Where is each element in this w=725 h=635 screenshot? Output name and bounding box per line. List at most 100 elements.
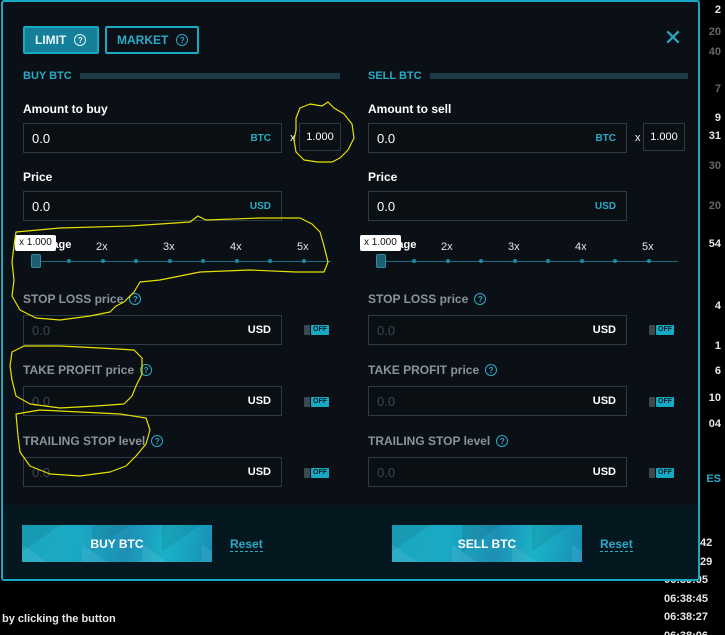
sell-price-label: Price [368,170,398,184]
leverage-step [412,259,416,263]
help-icon[interactable]: ? [496,435,509,447]
tab-limit[interactable]: LIMIT ? [23,26,99,54]
leverage-tick: 4x [575,241,587,253]
buy-btc-button[interactable]: BUY BTC [22,525,212,562]
bg-value: ES [706,473,721,485]
sell-take-profit-field[interactable]: 0.0 USD [368,386,627,416]
help-icon[interactable]: ? [151,435,164,447]
leverage-step [67,259,71,263]
section-divider [79,73,340,79]
time-item: 06:38:27 [664,611,709,623]
buy-amount-field[interactable]: 0.0 BTC [23,123,282,153]
bg-value: 2 [714,4,721,16]
bg-value: 1 [714,340,721,352]
buy-price-unit: USD [249,200,271,212]
modal-footer: BUY BTC Reset SELL BTC Reset [3,505,698,579]
multiply-sign: x [290,132,296,144]
bg-value: 4 [714,300,721,312]
leverage-step [302,259,306,263]
buy-take-profit-toggle[interactable]: OFF [304,396,330,408]
help-icon[interactable]: ? [129,293,142,305]
placeholder-value: 0.0 [377,322,396,338]
sell-btc-button[interactable]: SELL BTC [392,525,582,562]
sell-take-profit-toggle[interactable]: OFF [649,396,675,408]
bg-value: 9 [714,112,721,124]
buy-price-field[interactable]: 0.0 USD [23,191,282,221]
buy-leverage-track[interactable] [31,261,331,262]
take-profit-text: TAKE PROFIT price [368,363,480,377]
leverage-step [168,259,172,263]
sell-section-title: SELL BTC [368,70,688,82]
order-modal: LIMIT ? MARKET ? ✕ BUY BTC Amount to buy… [1,0,700,581]
buy-button-label: BUY BTC [90,536,144,551]
toggle-off-label: OFF [311,468,329,478]
toggle-off-label: OFF [311,397,329,407]
sell-leverage-handle[interactable] [376,254,386,268]
buy-price-value: 0.0 [32,198,51,214]
bg-value: 20 [708,200,721,212]
usd-unit: USD [247,466,271,478]
trailing-stop-text: TRAILING STOP level [23,434,146,448]
sell-multiplier-field[interactable]: 1.000 [643,123,685,151]
stop-loss-text: STOP LOSS price [368,292,469,306]
sell-reset-link[interactable]: Reset [600,538,633,552]
buy-leverage-handle[interactable] [31,254,41,268]
buy-multiplier-field[interactable]: 1.000 [299,123,341,151]
buy-trailing-stop-label: TRAILING STOP level ? [23,434,164,448]
buy-reset-link[interactable]: Reset [230,538,263,552]
stop-loss-text: STOP LOSS price [23,292,124,306]
help-icon[interactable]: ? [140,364,153,376]
bg-value: 6 [714,365,721,377]
sell-amount-field[interactable]: 0.0 BTC [368,123,627,153]
trailing-stop-text: TRAILING STOP level [368,434,491,448]
buy-take-profit-field[interactable]: 0.0 USD [23,386,282,416]
leverage-step [546,259,550,263]
leverage-step [268,259,272,263]
toggle-knob [304,325,310,335]
time-item: 06:38:06 [664,627,725,635]
leverage-tick: 5x [297,241,309,253]
help-icon[interactable]: ? [474,293,487,305]
help-icon[interactable]: ? [74,34,87,46]
amount-to-buy-label: Amount to buy [23,102,108,116]
tab-market[interactable]: MARKET ? [105,26,199,54]
buy-stop-loss-toggle[interactable]: OFF [304,324,330,336]
leverage-tick: 2x [96,241,108,253]
leverage-tick: 3x [508,241,520,253]
bg-value: 31 [708,130,721,142]
buy-stop-loss-field[interactable]: 0.0 USD [23,315,282,345]
buy-amount-value: 0.0 [32,130,51,146]
section-divider [429,73,688,79]
sell-stop-loss-field[interactable]: 0.0 USD [368,315,627,345]
buy-trailing-stop-toggle[interactable]: OFF [304,467,330,479]
buy-trailing-stop-field[interactable]: 0.0 USD [23,457,282,487]
bg-value: 7 [714,83,721,95]
placeholder-value: 0.0 [32,464,51,480]
toggle-off-label: OFF [311,325,329,335]
sell-leverage-track[interactable] [376,261,678,262]
buy-title: BUY BTC [23,70,72,82]
leverage-step [101,259,105,263]
toggle-knob [649,468,655,478]
help-icon[interactable]: ? [176,34,189,46]
toggle-knob [649,397,655,407]
buy-price-label: Price [23,170,53,184]
sell-title: SELL BTC [368,70,422,82]
close-icon[interactable]: ✕ [663,27,683,49]
sell-amount-value: 0.0 [377,130,396,146]
sell-price-unit: USD [594,200,616,212]
help-icon[interactable]: ? [485,364,498,376]
usd-unit: USD [592,324,616,336]
sell-button-label: SELL BTC [457,536,517,551]
toggle-knob [304,468,310,478]
sell-trailing-stop-field[interactable]: 0.0 USD [368,457,627,487]
sell-stop-loss-toggle[interactable]: OFF [649,324,675,336]
buy-take-profit-label: TAKE PROFIT price ? [23,363,153,377]
sell-price-value: 0.0 [377,198,396,214]
leverage-step [613,259,617,263]
sell-trailing-stop-toggle[interactable]: OFF [649,467,675,479]
leverage-tick: 3x [163,241,175,253]
sell-price-field[interactable]: 0.0 USD [368,191,627,221]
bg-value: 04 [708,418,721,430]
usd-unit: USD [247,395,271,407]
